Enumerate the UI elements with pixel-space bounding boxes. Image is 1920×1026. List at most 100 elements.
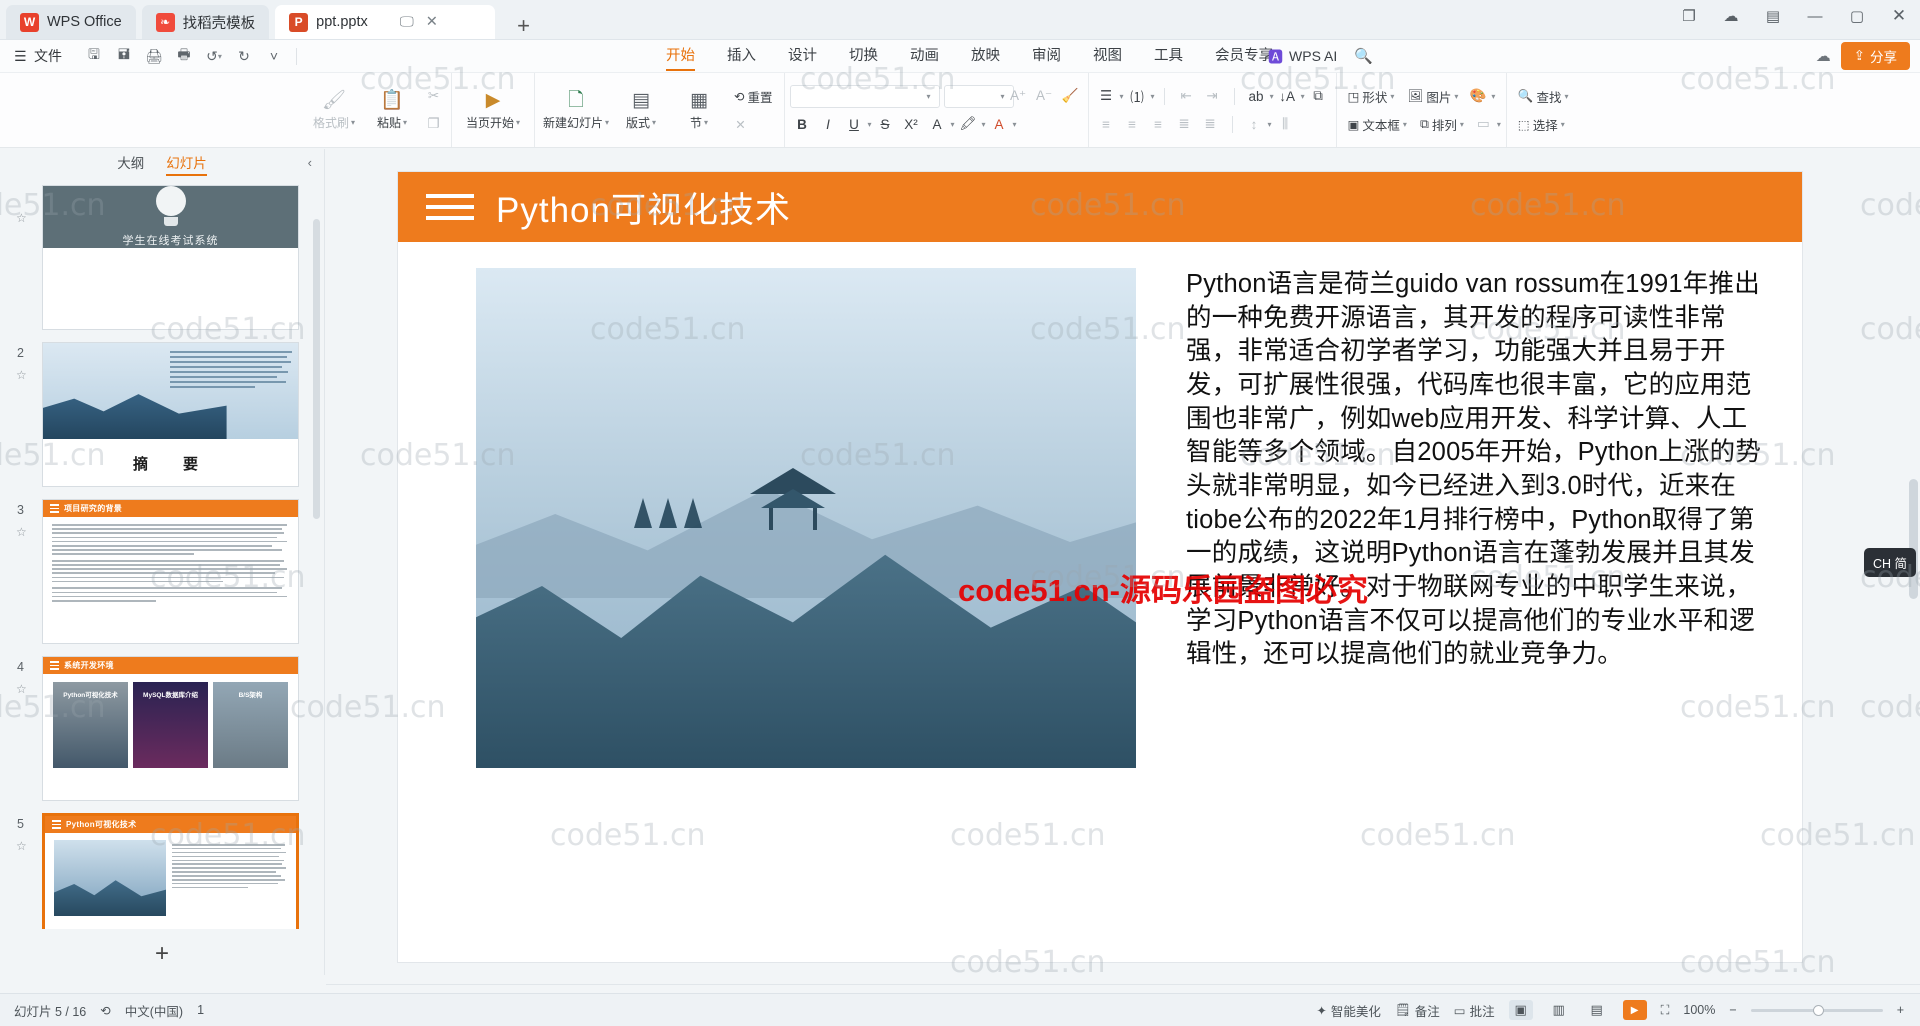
ribbon-tab-slideshow[interactable]: 放映 [955, 40, 1016, 73]
search-icon[interactable]: 🔍 [1354, 47, 1373, 65]
tab-ppt-pptx[interactable]: P ppt.pptx 🖵 ✕ [275, 5, 496, 39]
slide-sorter-icon[interactable]: ▥ [1547, 1000, 1571, 1020]
maximize-button[interactable]: ▢ [1844, 7, 1870, 25]
list-item[interactable]: 3 ☆ 项目研究的背景 [0, 493, 324, 650]
increase-indent-icon[interactable]: ⇥ [1200, 84, 1225, 108]
tab-wps-office[interactable]: W WPS Office [6, 5, 136, 39]
slide-thumbnail-3[interactable]: 项目研究的背景 [42, 499, 299, 644]
delete-slide-button[interactable]: ✕ [728, 112, 753, 136]
columns-icon[interactable]: ⫼ [1273, 112, 1298, 136]
ime-status-badge[interactable]: CH 简 [1863, 548, 1916, 577]
font-color-button[interactable]: A [987, 112, 1012, 136]
slide-body-text[interactable]: Python语言是荷兰guido van rossum在1991年推出的一种免费… [1186, 268, 1772, 768]
share-button[interactable]: ⇪ 分享 [1840, 42, 1910, 70]
slide-thumbnail-4[interactable]: 系统开发环境 Python可视化技术 MySQL数据库介绍 B/S架构 [42, 656, 299, 801]
print-preview-icon[interactable]: 🖶 [170, 44, 198, 68]
slide-thumbnail-2[interactable]: 摘 要 [42, 342, 299, 487]
print-icon[interactable]: 🖨 [140, 44, 168, 68]
list-item[interactable]: 4 ☆ 系统开发环境 Python可视化技术 MySQL数据库介绍 B/S架构 [0, 650, 324, 807]
highlight-color-button[interactable]: 🖍 [956, 112, 981, 136]
chevron-left-icon[interactable]: ‹ [308, 155, 312, 170]
canvas-scrollbar[interactable] [1909, 479, 1918, 599]
undo-icon[interactable]: ↺ ▾ [200, 44, 228, 68]
fit-to-window-icon[interactable]: ⛶ [1661, 1003, 1670, 1018]
copy-icon[interactable]: ❐ [421, 112, 446, 136]
notes-button[interactable]: 🗒 备注 [1395, 1001, 1440, 1020]
tab-slides[interactable]: 幻灯片 [166, 152, 207, 176]
format-painter-button[interactable]: 🖌 格式刷 ▾ [305, 76, 363, 144]
list-item[interactable]: 2 ☆ 摘 要 [0, 336, 324, 493]
bullet-list-icon[interactable]: ☰ [1094, 84, 1119, 108]
new-slide-button[interactable]: 🗋 新建幻灯片 ▾ [540, 76, 612, 144]
apps-icon[interactable]: ▤ [1760, 7, 1786, 25]
zoom-out-button[interactable]: − [1729, 1003, 1736, 1017]
ribbon-tab-start[interactable]: 开始 [650, 40, 711, 73]
ribbon-tab-review[interactable]: 审阅 [1016, 40, 1077, 73]
arrange-button[interactable]: ⧉ 排列 ▾ [1414, 112, 1470, 136]
thumbnail-list[interactable]: ☆ 学生在线考试系统 2 ☆ 摘 要 3 ☆ 项目研究的背景 4 ☆ 系统开发环… [0, 179, 324, 929]
slide-thumbnail-1[interactable]: 学生在线考试系统 [42, 185, 299, 330]
paste-button[interactable]: 📋 粘贴 ▾ [363, 76, 421, 144]
star-icon[interactable]: ☆ [16, 682, 27, 696]
tab-outline[interactable]: 大纲 [117, 152, 144, 176]
tab-docer-template[interactable]: ❧ 找稻壳模板 [141, 5, 270, 39]
star-icon[interactable]: ☆ [16, 839, 27, 853]
reset-button[interactable]: ⟲ 重置 [728, 84, 779, 108]
slide-title-bar[interactable]: Python可视化技术 [398, 172, 1802, 242]
ribbon-tab-insert[interactable]: 插入 [711, 40, 772, 73]
shape-outline-icon[interactable]: ▭ [1471, 112, 1496, 136]
distribute-icon[interactable]: ≣ [1198, 112, 1223, 136]
present-monitor-icon[interactable]: 🖵 [400, 14, 414, 30]
list-item[interactable]: ☆ 学生在线考试系统 [0, 179, 324, 336]
smartart-icon[interactable]: ⧉ [1306, 84, 1331, 108]
comments-button[interactable]: ▭ 批注 [1454, 1001, 1495, 1020]
find-button[interactable]: 🔍 查找 ▾ [1512, 84, 1575, 108]
close-tab-icon[interactable]: ✕ [426, 14, 438, 30]
shapes-button[interactable]: ◳ 形状 ▾ [1342, 84, 1401, 108]
file-menu-button[interactable]: ☰ 文件 [0, 46, 74, 66]
ribbon-tab-view[interactable]: 视图 [1077, 40, 1138, 73]
save-icon[interactable]: 🖫 [80, 44, 108, 68]
strikethrough-button[interactable]: S [873, 112, 898, 136]
start-from-current-button[interactable]: ▶ 当页开始 ▾ [457, 76, 529, 144]
fill-icon[interactable]: 🎨 [1465, 84, 1490, 108]
spellcheck-icon[interactable]: ⟲ [100, 1003, 110, 1018]
line-spacing-icon[interactable]: ↕ [1242, 112, 1267, 136]
superscript-button[interactable]: X² [899, 112, 924, 136]
ribbon-tab-animation[interactable]: 动画 [894, 40, 955, 73]
text-box-button[interactable]: ▣ 文本框 ▾ [1342, 112, 1413, 136]
wps-ai-button[interactable]: 🅰 WPS AI [1268, 46, 1337, 67]
list-item[interactable]: 5 ☆ Python可视化技术 [0, 807, 324, 929]
picture-button[interactable]: 🖼 图片 ▾ [1401, 84, 1464, 108]
star-icon[interactable]: ☆ [16, 368, 27, 382]
word-count-label[interactable]: 1 [197, 1003, 204, 1017]
zoom-slider-handle[interactable] [1812, 1004, 1824, 1016]
align-right-icon[interactable]: ≡ [1146, 112, 1171, 136]
text-effect-button[interactable]: A [925, 112, 950, 136]
shrink-font-icon[interactable]: A⁻ [1032, 84, 1057, 108]
star-icon[interactable]: ☆ [16, 211, 27, 225]
minimize-button[interactable]: — [1802, 8, 1828, 25]
bold-button[interactable]: B [790, 112, 815, 136]
redo-icon[interactable]: ↻ [230, 44, 258, 68]
align-text-icon[interactable]: ↓A [1275, 84, 1300, 108]
select-button[interactable]: ⬚ 选择 ▾ [1512, 112, 1571, 136]
save-as-icon[interactable]: 🖬 [110, 44, 138, 68]
add-slide-button[interactable]: + [0, 939, 324, 969]
normal-view-icon[interactable]: ▣ [1508, 1000, 1533, 1020]
cloud-sync-icon[interactable]: ☁ [1816, 47, 1831, 65]
italic-button[interactable]: I [816, 112, 841, 136]
zoom-level-label[interactable]: 100% [1683, 1003, 1715, 1017]
current-slide[interactable]: Python可视化技术 Python语言是荷兰guido van rossum在… [398, 172, 1802, 962]
section-button[interactable]: ▦ 节 ▾ [670, 76, 728, 144]
ribbon-tab-design[interactable]: 设计 [772, 40, 833, 73]
grow-font-icon[interactable]: A⁺ [1006, 84, 1031, 108]
slide-image[interactable] [476, 268, 1136, 768]
slide-canvas-area[interactable]: Python可视化技术 Python语言是荷兰guido van rossum在… [325, 149, 1920, 975]
ribbon-tab-transition[interactable]: 切换 [833, 40, 894, 73]
language-label[interactable]: 中文(中国) [125, 1001, 183, 1020]
reading-view-icon[interactable]: ▤ [1585, 1000, 1609, 1020]
align-center-icon[interactable]: ≡ [1120, 112, 1145, 136]
zoom-slider[interactable] [1750, 1004, 1883, 1016]
close-button[interactable]: ✕ [1886, 6, 1912, 26]
